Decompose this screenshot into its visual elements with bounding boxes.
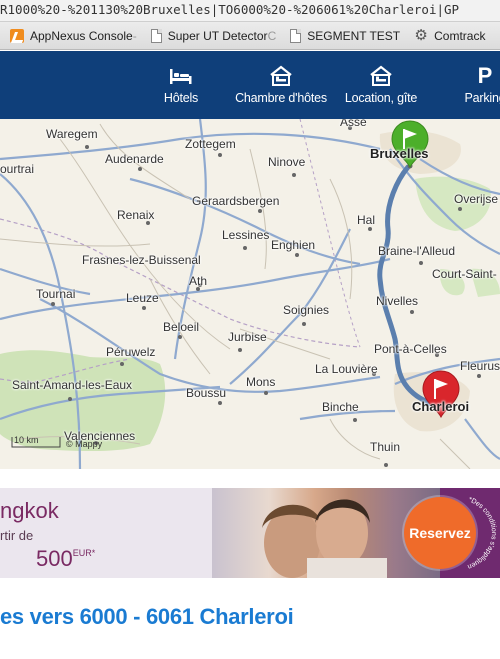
page-title: es vers 6000 - 6061 Charleroi [0, 604, 294, 629]
city-enghien: Enghien [271, 238, 316, 252]
city-fleurus: Fleurus [460, 359, 500, 373]
city-ninove: Ninove [268, 155, 306, 169]
city-charleroi: Charleroi [412, 399, 470, 414]
svg-text:*Des conditions s'appliquent: *Des conditions s'appliquent [460, 493, 497, 570]
city-pont-a-celles: Pont-à-Celles [374, 342, 447, 356]
bookmark-comtrack[interactable]: ⚙ Comtrack [414, 26, 485, 46]
nav-hotels[interactable]: Hôtels [150, 51, 212, 119]
bookmark-super-ut-detector[interactable]: Super UT Detector C [150, 26, 276, 46]
city-la-louviere: La Louvière [315, 362, 378, 376]
ad-currency: EUR* [72, 548, 96, 558]
bed-icon [170, 69, 192, 84]
nav-rental[interactable]: Location, gîte [342, 51, 420, 119]
city-nivelles: Nivelles [376, 294, 419, 308]
city-asse: Asse [340, 119, 367, 129]
bookmarks-bar: AppNexus Console - Super UT Detector C S… [0, 22, 500, 50]
nav-label: Chambre d'hôtes [235, 91, 327, 105]
category-nav: Hôtels Chambre d'hôtes Location, gîte P … [0, 51, 500, 119]
appnexus-icon [10, 28, 24, 43]
city-leuze: Leuze [126, 291, 159, 305]
city-lessines: Lessines [222, 228, 270, 242]
city-audenarde: Audenarde [105, 152, 164, 166]
city-jurbise: Jurbise [228, 330, 267, 344]
city-courtrai: ourtrai [0, 162, 35, 176]
city-frasnes: Frasnes-lez-Buissenal [82, 253, 201, 267]
city-geraardsbergen: Geraardsbergen [192, 194, 280, 208]
city-mons: Mons [246, 375, 276, 389]
bookmark-label: AppNexus Console [30, 28, 133, 43]
ad-destination: ngkok [0, 498, 59, 523]
house-icon [370, 65, 392, 86]
address-bar[interactable]: R1000%20-%201130%20Bruxelles|TO6000%20-%… [0, 0, 500, 22]
bookmark-appnexus[interactable]: AppNexus Console - [10, 26, 137, 46]
nav-label: Hôtels [163, 91, 199, 105]
bookmark-segment-test[interactable]: SEGMENT TEST [290, 26, 400, 46]
city-waregem: Waregem [46, 127, 98, 141]
city-saint-amand: Saint-Amand-les-Eaux [12, 378, 133, 392]
page-icon [150, 28, 162, 43]
parking-icon: P [477, 63, 493, 88]
city-ath: Ath [189, 274, 208, 288]
city-overijse: Overijse [454, 192, 499, 206]
city-beloeil: Beloeil [163, 320, 200, 334]
bookmark-label: Super UT Detector [167, 28, 268, 43]
city-thuin: Thuin [370, 440, 401, 454]
bookmark-label: Comtrack [434, 28, 486, 43]
scale-label: 10 km [14, 435, 39, 445]
nav-parking[interactable]: P Parking [455, 51, 500, 119]
nav-label: Parking [464, 91, 500, 105]
city-braine-lalleud: Braine-l'Alleud [378, 244, 455, 258]
city-tournai: Tournai [36, 287, 76, 301]
city-bruxelles: Bruxelles [370, 146, 429, 161]
ad-from-label: rtir de [0, 528, 34, 543]
city-peruwelz: Péruwelz [106, 345, 156, 359]
bookmark-label: SEGMENT TEST [307, 28, 401, 43]
city-renaix: Renaix [117, 208, 155, 222]
route-map[interactable]: Waregem Zottegem Asse Bruxelles ourtrai … [0, 119, 500, 469]
ad-price: 500EUR* [36, 546, 96, 571]
city-hal: Hal [357, 213, 376, 227]
map-copyright: © Mappy [66, 439, 103, 449]
city-zottegem: Zottegem [185, 137, 236, 151]
city-soignies: Soignies [283, 303, 330, 317]
nav-label: Location, gîte [344, 91, 418, 105]
gear-icon: ⚙ [414, 26, 428, 44]
city-boussu: Boussu [186, 386, 227, 400]
city-court-saint: Court-Saint- [432, 267, 497, 281]
ad-legal-text: *Des conditions s'appliquent [460, 493, 497, 570]
city-binche: Binche [322, 400, 359, 414]
page-icon [290, 28, 302, 43]
guesthouse-icon [270, 65, 292, 86]
url-text: R1000%20-%201130%20Bruxelles|TO6000%20-%… [0, 2, 460, 17]
nav-guesthouse[interactable]: Chambre d'hôtes [232, 51, 330, 119]
